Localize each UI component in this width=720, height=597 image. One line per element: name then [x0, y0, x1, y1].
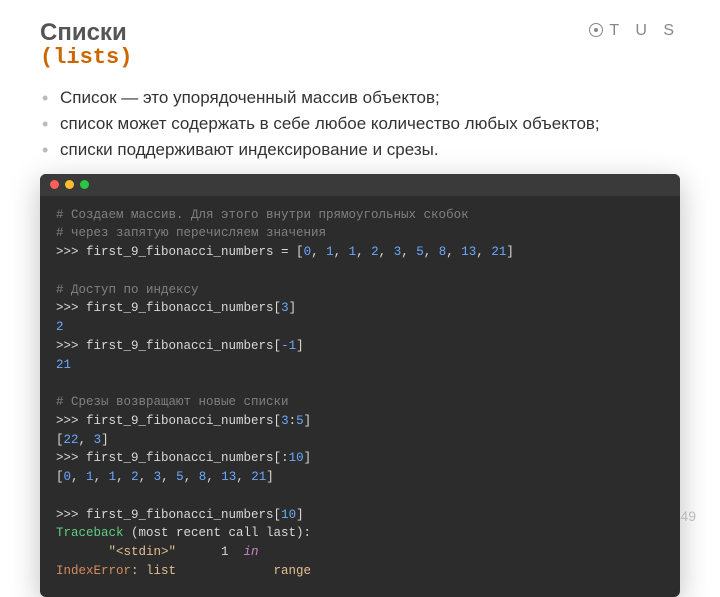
maximize-icon [80, 180, 89, 189]
brand-logo: T U S [589, 22, 680, 40]
list-item: список может содержать в себе любое коли… [42, 111, 680, 137]
title-en: (lists) [40, 46, 680, 70]
title-ru: Списки [40, 19, 127, 46]
minimize-icon [65, 180, 74, 189]
close-icon [50, 180, 59, 189]
code-block: # Создаем массив. Для этого внутри прямо… [40, 196, 680, 597]
bullet-list: Список — это упорядоченный массив объект… [40, 85, 680, 164]
list-item: списки поддерживают индексирование и сре… [42, 137, 680, 163]
code-window: # Создаем массив. Для этого внутри прямо… [40, 174, 680, 597]
list-item: Список — это упорядоченный массив объект… [42, 85, 680, 111]
window-titlebar [40, 174, 680, 196]
page-number: 49 [680, 508, 696, 524]
page-title: Списки (lists) [40, 20, 680, 71]
